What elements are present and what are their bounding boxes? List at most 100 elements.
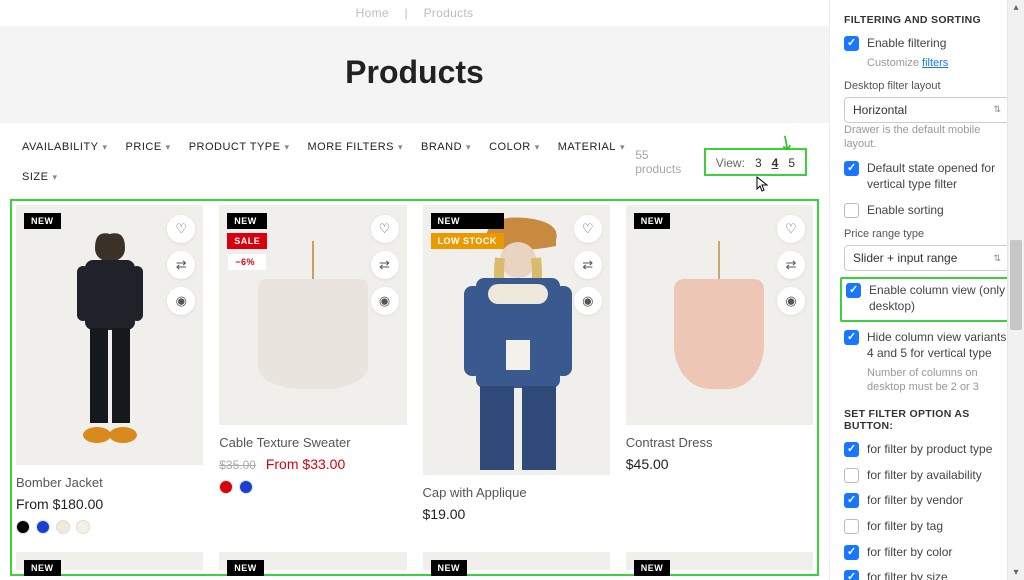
wishlist-button[interactable]: ♡ <box>777 215 805 243</box>
checkbox-icon[interactable] <box>844 468 859 483</box>
product-image[interactable]: NEW <box>423 552 610 570</box>
annotation-arrow-icon: ↘ <box>773 127 801 157</box>
opt-color[interactable]: for filter by color <box>844 545 1010 561</box>
eye-icon: ◉ <box>379 293 390 309</box>
swatch[interactable] <box>239 480 253 494</box>
swatch[interactable] <box>16 520 30 534</box>
filter-price[interactable]: PRICE▾ <box>126 141 171 153</box>
setting-enable-column-view[interactable]: Enable column view (only desktop) <box>846 283 1008 314</box>
filter-material[interactable]: MATERIAL▾ <box>558 141 625 153</box>
filter-brand[interactable]: BRAND▾ <box>421 141 471 153</box>
view-label: View: <box>716 156 745 170</box>
compare-button[interactable]: ⇄ <box>574 251 602 279</box>
compare-icon: ⇄ <box>582 257 593 273</box>
checkbox-icon[interactable] <box>844 330 859 345</box>
product-image[interactable]: NEW LOW STOCK ♡ ⇄ ◉ <box>423 205 610 475</box>
product-title[interactable]: Cable Texture Sweater <box>219 435 406 450</box>
sweater-placeholder <box>258 279 368 389</box>
badge-new: NEW <box>24 560 61 576</box>
compare-button[interactable]: ⇄ <box>777 251 805 279</box>
checkbox-icon[interactable] <box>844 519 859 534</box>
checkbox-icon[interactable] <box>846 283 861 298</box>
product-image[interactable]: NEW <box>16 552 203 570</box>
product-price: $19.00 <box>423 506 610 522</box>
cursor-icon <box>756 176 770 192</box>
product-image[interactable]: NEW ♡ ⇄ ◉ <box>16 205 203 465</box>
section-title: FILTERING AND SORTING <box>844 14 1010 26</box>
scroll-up-icon[interactable]: ▴ <box>1008 2 1024 13</box>
product-card[interactable]: NEW SALE −6% ♡ ⇄ ◉ <box>219 205 406 534</box>
product-image[interactable]: NEW <box>219 552 406 570</box>
compare-icon: ⇄ <box>786 257 797 273</box>
filters-link[interactable]: filters <box>922 57 948 69</box>
view-option-5[interactable]: 5 <box>788 156 795 170</box>
swatch[interactable] <box>56 520 70 534</box>
filter-availability[interactable]: AVAILABILITY▾ <box>22 141 108 153</box>
compare-icon: ⇄ <box>379 257 390 273</box>
quickview-button[interactable]: ◉ <box>574 287 602 315</box>
compare-button[interactable]: ⇄ <box>371 251 399 279</box>
badge-new: NEW <box>634 213 671 229</box>
setting-enable-sorting[interactable]: Enable sorting <box>844 203 1010 219</box>
product-price: From $180.00 <box>16 496 203 512</box>
setting-hide-column-variants[interactable]: Hide column view variants 4 and 5 for ve… <box>844 330 1010 361</box>
filter-product-type[interactable]: PRODUCT TYPE▾ <box>189 141 290 153</box>
opt-availability[interactable]: for filter by availability <box>844 468 1010 484</box>
product-image[interactable]: NEW <box>626 552 813 570</box>
chevron-down-icon: ▾ <box>166 142 171 153</box>
product-image[interactable]: NEW SALE −6% ♡ ⇄ ◉ <box>219 205 406 425</box>
scroll-thumb[interactable] <box>1010 240 1022 330</box>
filter-size[interactable]: SIZE▾ <box>22 171 57 183</box>
checkbox-icon[interactable] <box>844 161 859 176</box>
opt-product-type[interactable]: for filter by product type <box>844 442 1010 458</box>
wishlist-button[interactable]: ♡ <box>167 215 195 243</box>
price-range-select[interactable]: Slider + input range⇅ <box>844 245 1010 271</box>
desktop-layout-select[interactable]: Horizontal⇅ <box>844 97 1010 123</box>
outer-scrollbar[interactable]: ▴ ▾ <box>1007 0 1024 580</box>
swatch[interactable] <box>219 480 233 494</box>
opt-tag[interactable]: for filter by tag <box>844 519 1010 535</box>
setting-default-state[interactable]: Default state opened for vertical type f… <box>844 161 1010 192</box>
person-placeholder <box>436 210 596 470</box>
color-swatches <box>16 520 203 534</box>
product-title[interactable]: Contrast Dress <box>626 435 813 450</box>
setting-enable-filtering[interactable]: Enable filtering <box>844 36 1010 52</box>
scroll-down-icon[interactable]: ▾ <box>1008 567 1024 578</box>
product-title[interactable]: Bomber Jacket <box>16 475 203 490</box>
opt-size[interactable]: for filter by size <box>844 570 1010 580</box>
quickview-button[interactable]: ◉ <box>167 287 195 315</box>
dress-placeholder <box>674 279 764 389</box>
checkbox-icon[interactable] <box>844 545 859 560</box>
checkbox-icon[interactable] <box>844 203 859 218</box>
product-price: $45.00 <box>626 456 813 472</box>
checkbox-icon[interactable] <box>844 36 859 51</box>
opt-vendor[interactable]: for filter by vendor <box>844 493 1010 509</box>
checkbox-icon[interactable] <box>844 493 859 508</box>
quickview-button[interactable]: ◉ <box>371 287 399 315</box>
breadcrumb-home[interactable]: Home <box>356 6 389 20</box>
customize-filters: Customize filters <box>867 56 1010 70</box>
product-card[interactable]: NEW LOW STOCK ♡ ⇄ ◉ <box>423 205 610 534</box>
product-card[interactable]: NEW ♡ ⇄ ◉ <box>16 205 203 534</box>
swatch[interactable] <box>76 520 90 534</box>
badge-new: NEW <box>431 213 504 229</box>
heart-icon: ♡ <box>582 221 594 237</box>
hide-column-hint: Number of columns on desktop must be 2 o… <box>867 366 1010 395</box>
swatch[interactable] <box>36 520 50 534</box>
product-title[interactable]: Cap with Applique <box>423 485 610 500</box>
eye-icon: ◉ <box>176 293 187 309</box>
filter-more[interactable]: MORE FILTERS▾ <box>308 141 404 153</box>
view-option-4[interactable]: 4 <box>772 156 779 170</box>
checkbox-icon[interactable] <box>844 442 859 457</box>
product-image[interactable]: NEW ♡ ⇄ ◉ <box>626 205 813 425</box>
product-card[interactable]: NEW ♡ ⇄ ◉ Contrast Dress $45.00 <box>626 205 813 534</box>
filter-bar: AVAILABILITY▾ PRICE▾ PRODUCT TYPE▾ MORE … <box>0 123 829 195</box>
quickview-button[interactable]: ◉ <box>777 287 805 315</box>
compare-button[interactable]: ⇄ <box>167 251 195 279</box>
filter-color[interactable]: COLOR▾ <box>489 141 540 153</box>
wishlist-button[interactable]: ♡ <box>574 215 602 243</box>
checkbox-icon[interactable] <box>844 570 859 580</box>
wishlist-button[interactable]: ♡ <box>371 215 399 243</box>
view-option-3[interactable]: 3 <box>755 156 762 170</box>
hanger-placeholder <box>718 241 720 281</box>
